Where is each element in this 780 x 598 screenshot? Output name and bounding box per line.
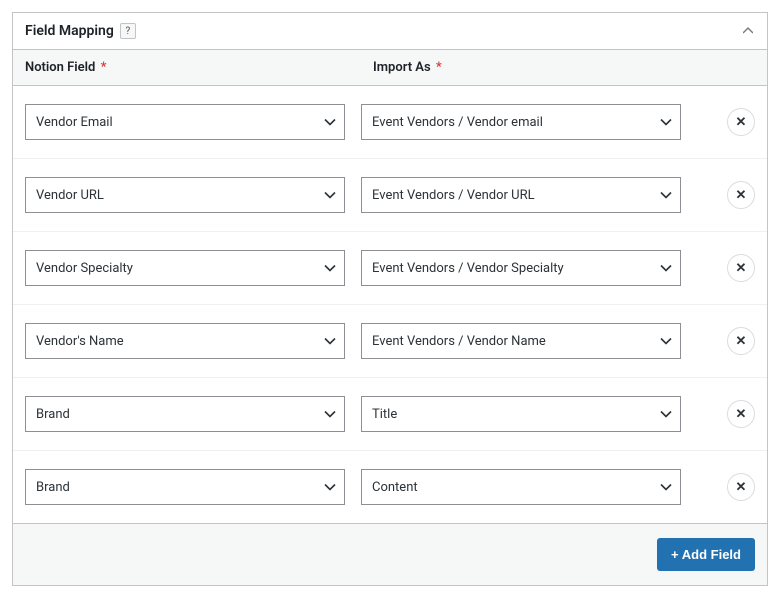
- close-icon: ✕: [736, 261, 747, 276]
- column-headers: Notion Field * Import As *: [13, 50, 767, 86]
- remove-row-button[interactable]: ✕: [727, 400, 755, 428]
- field-mapping-panel: Field Mapping ? Notion Field * Import As…: [12, 12, 768, 586]
- remove-row-button[interactable]: ✕: [727, 181, 755, 209]
- notion-field-select[interactable]: Vendor's Name: [25, 323, 345, 359]
- chevron-down-icon: [324, 262, 336, 274]
- notion-field-value: Vendor URL: [36, 188, 104, 203]
- import-as-select[interactable]: Event Vendors / Vendor email: [361, 104, 681, 140]
- panel-title: Field Mapping: [25, 23, 114, 39]
- panel-footer: + Add Field: [13, 523, 767, 585]
- column-header-import-label: Import As: [373, 60, 431, 75]
- import-as-value: Event Vendors / Vendor URL: [372, 188, 535, 203]
- chevron-down-icon: [660, 408, 672, 420]
- notion-field-select[interactable]: Brand: [25, 469, 345, 505]
- remove-row-button[interactable]: ✕: [727, 254, 755, 282]
- notion-field-select[interactable]: Vendor URL: [25, 177, 345, 213]
- required-mark: *: [101, 60, 107, 75]
- close-icon: ✕: [736, 188, 747, 203]
- notion-field-value: Brand: [36, 480, 70, 495]
- column-header-notion: Notion Field *: [25, 60, 373, 75]
- notion-field-value: Vendor Specialty: [36, 261, 133, 276]
- chevron-up-icon: [743, 26, 753, 36]
- notion-field-select[interactable]: Vendor Specialty: [25, 250, 345, 286]
- help-icon[interactable]: ?: [120, 23, 136, 39]
- panel-header: Field Mapping ?: [13, 13, 767, 50]
- notion-field-value: Vendor's Name: [36, 334, 124, 349]
- notion-field-value: Brand: [36, 407, 70, 422]
- import-as-select[interactable]: Event Vendors / Vendor Name: [361, 323, 681, 359]
- chevron-down-icon: [324, 116, 336, 128]
- close-icon: ✕: [736, 334, 747, 349]
- mapping-row: Vendor Email Event Vendors / Vendor emai…: [13, 86, 767, 159]
- column-header-notion-label: Notion Field: [25, 60, 95, 75]
- chevron-down-icon: [660, 481, 672, 493]
- chevron-down-icon: [324, 481, 336, 493]
- chevron-down-icon: [660, 262, 672, 274]
- remove-row-button[interactable]: ✕: [727, 108, 755, 136]
- remove-row-button[interactable]: ✕: [727, 327, 755, 355]
- chevron-down-icon: [324, 408, 336, 420]
- chevron-down-icon: [324, 189, 336, 201]
- import-as-value: Event Vendors / Vendor email: [372, 115, 543, 130]
- add-field-button[interactable]: + Add Field: [657, 538, 755, 571]
- chevron-down-icon: [660, 189, 672, 201]
- chevron-down-icon: [324, 335, 336, 347]
- close-icon: ✕: [736, 480, 747, 495]
- mapping-rows: Vendor Email Event Vendors / Vendor emai…: [13, 86, 767, 523]
- mapping-row: Brand Title ✕: [13, 378, 767, 451]
- import-as-select[interactable]: Content: [361, 469, 681, 505]
- import-as-select[interactable]: Title: [361, 396, 681, 432]
- chevron-down-icon: [660, 335, 672, 347]
- import-as-value: Event Vendors / Vendor Name: [372, 334, 546, 349]
- mapping-row: Vendor Specialty Event Vendors / Vendor …: [13, 232, 767, 305]
- chevron-down-icon: [660, 116, 672, 128]
- close-icon: ✕: [736, 407, 747, 422]
- notion-field-value: Vendor Email: [36, 115, 113, 130]
- mapping-row: Brand Content ✕: [13, 451, 767, 523]
- close-icon: ✕: [736, 115, 747, 130]
- import-as-select[interactable]: Event Vendors / Vendor URL: [361, 177, 681, 213]
- import-as-value: Content: [372, 480, 418, 495]
- column-header-import: Import As *: [373, 60, 755, 75]
- remove-row-button[interactable]: ✕: [727, 473, 755, 501]
- notion-field-select[interactable]: Vendor Email: [25, 104, 345, 140]
- collapse-toggle[interactable]: [741, 24, 755, 38]
- import-as-select[interactable]: Event Vendors / Vendor Specialty: [361, 250, 681, 286]
- mapping-row: Vendor's Name Event Vendors / Vendor Nam…: [13, 305, 767, 378]
- required-mark: *: [436, 60, 442, 75]
- mapping-row: Vendor URL Event Vendors / Vendor URL ✕: [13, 159, 767, 232]
- notion-field-select[interactable]: Brand: [25, 396, 345, 432]
- import-as-value: Event Vendors / Vendor Specialty: [372, 261, 564, 276]
- import-as-value: Title: [372, 407, 397, 422]
